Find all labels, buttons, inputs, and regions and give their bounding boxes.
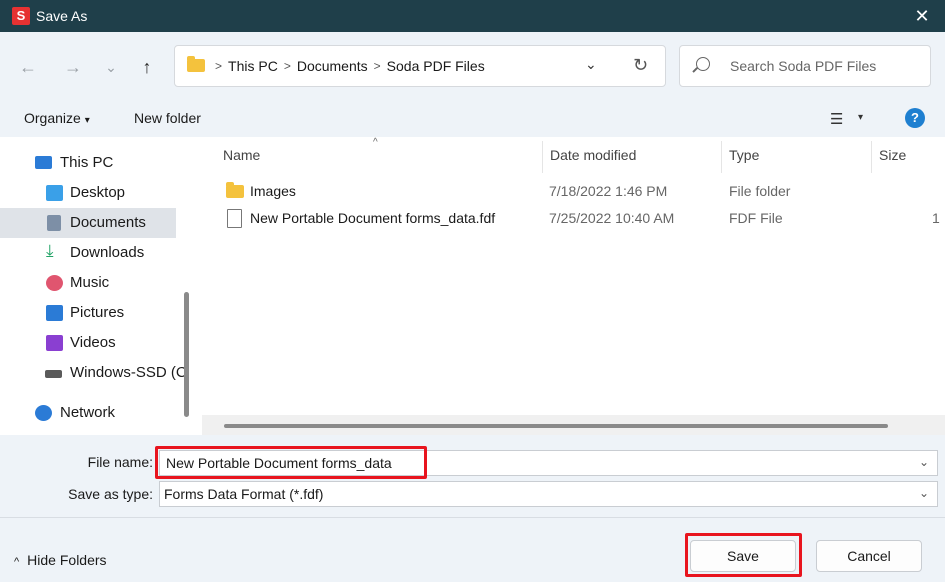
save-as-type-select[interactable]: Forms Data Format (*.fdf) ⌄	[159, 481, 938, 507]
hide-folders-label: Hide Folders	[27, 552, 107, 568]
sidebar-item-label: Music	[70, 274, 110, 291]
save-as-type-value: Forms Data Format (*.fdf)	[164, 486, 324, 502]
sidebar-item-downloads[interactable]: ⤓ Downloads	[0, 238, 176, 268]
breadcrumb: > This PC > Documents > Soda PDF Files	[215, 58, 485, 74]
desktop-icon	[46, 185, 63, 201]
sidebar-item-desktop[interactable]: Desktop	[0, 178, 176, 208]
file-name-dropdown-chevron-icon[interactable]: ⌄	[919, 455, 929, 469]
chevron-up-icon: ^	[14, 556, 20, 568]
row-name: Images	[250, 183, 296, 199]
sidebar-item-videos[interactable]: Videos	[0, 328, 176, 358]
help-icon[interactable]: ?	[905, 108, 925, 128]
breadcrumb-soda-pdf-files[interactable]: Soda PDF Files	[387, 58, 485, 74]
sidebar-item-label: Documents	[70, 214, 146, 231]
horizontal-scrollbar-thumb[interactable]	[224, 424, 888, 428]
title-bar: S Save As ✕	[0, 0, 945, 32]
navigation-pane: This PC Desktop Documents ⤓ Downloads Mu…	[0, 137, 187, 435]
sidebar-item-network[interactable]: Network	[0, 398, 176, 428]
save-as-type-label: Save as type:	[68, 486, 153, 502]
soda-pdf-app-icon: S	[12, 7, 30, 25]
search-input[interactable]: Search Soda PDF Files	[730, 58, 876, 74]
drive-icon	[45, 370, 62, 378]
file-name-label: File name:	[87, 454, 153, 470]
up-arrow-icon[interactable]: ↑	[132, 56, 162, 78]
recent-locations-chevron-icon[interactable]: ⌄	[96, 56, 126, 78]
column-header-size[interactable]: Size	[879, 147, 906, 163]
view-options-caret-icon[interactable]: ▾	[858, 112, 863, 123]
music-icon	[46, 275, 63, 291]
column-header-name[interactable]: Name	[223, 147, 260, 163]
save-form: File name: New Portable Document forms_d…	[0, 435, 945, 582]
sidebar-item-windows-ssd[interactable]: Windows-SSD (C	[0, 358, 187, 388]
sidebar-item-label: Network	[60, 404, 116, 421]
divider	[0, 517, 945, 518]
row-type: File folder	[729, 183, 791, 199]
forward-arrow-icon[interactable]: →	[58, 56, 88, 78]
back-arrow-icon[interactable]: ←	[13, 56, 43, 78]
sidebar-item-this-pc[interactable]: This PC	[0, 148, 176, 178]
organize-caret-icon: ▾	[84, 115, 90, 126]
new-folder-button[interactable]: New folder	[134, 110, 201, 126]
sidebar-item-label: Desktop	[70, 184, 126, 201]
sidebar-item-label: Downloads	[70, 244, 145, 261]
column-header-type[interactable]: Type	[729, 147, 759, 163]
refresh-icon[interactable]: ↻	[633, 55, 648, 76]
save-as-type-chevron-icon: ⌄	[918, 486, 929, 500]
table-row[interactable]: New Portable Document forms_data.fdf 7/2…	[200, 206, 945, 232]
row-size: 1	[932, 210, 940, 226]
breadcrumb-separator: >	[283, 59, 291, 73]
address-bar[interactable]: > This PC > Documents > Soda PDF Files ⌄…	[174, 45, 666, 87]
address-dropdown-chevron-icon[interactable]: ⌄	[585, 56, 597, 73]
pictures-icon	[46, 305, 63, 321]
download-icon: ⤓	[46, 241, 54, 260]
search-icon	[696, 57, 710, 71]
cancel-button[interactable]: Cancel	[816, 540, 922, 572]
search-box[interactable]: Search Soda PDF Files	[679, 45, 931, 87]
save-button-highlight	[685, 533, 802, 577]
column-divider[interactable]	[542, 141, 543, 173]
folder-icon	[226, 182, 244, 198]
file-name-highlight	[155, 446, 427, 479]
row-date: 7/18/2022 1:46 PM	[549, 183, 668, 199]
view-options-icon[interactable]: ☰	[830, 110, 843, 128]
close-button[interactable]: ✕	[899, 0, 945, 32]
sidebar-item-label: This PC	[60, 154, 114, 171]
sidebar-item-pictures[interactable]: Pictures	[0, 298, 176, 328]
row-type: FDF File	[729, 210, 783, 226]
computer-icon	[35, 156, 52, 169]
documents-icon	[47, 215, 61, 231]
sidebar-item-label: Windows-SSD (C	[70, 364, 187, 381]
horizontal-scrollbar[interactable]	[202, 415, 945, 435]
hide-folders-button[interactable]: ^ Hide Folders	[14, 552, 107, 568]
table-row[interactable]: Images 7/18/2022 1:46 PM File folder	[200, 179, 945, 205]
sidebar-item-music[interactable]: Music	[0, 268, 176, 298]
file-icon	[227, 209, 242, 228]
organize-label: Organize	[24, 110, 81, 126]
network-icon	[35, 405, 52, 421]
breadcrumb-documents[interactable]: Documents	[297, 58, 368, 74]
sidebar-item-label: Videos	[70, 334, 116, 351]
column-divider[interactable]	[871, 141, 872, 173]
column-divider[interactable]	[721, 141, 722, 173]
organize-button[interactable]: Organize ▾	[24, 110, 90, 126]
column-header-date-modified[interactable]: Date modified	[550, 147, 636, 163]
videos-icon	[46, 335, 63, 351]
sidebar-scrollbar[interactable]	[184, 292, 189, 417]
sidebar-item-documents[interactable]: Documents	[0, 208, 176, 238]
row-date: 7/25/2022 10:40 AM	[549, 210, 675, 226]
file-list: ^ Name Date modified Type Size Images 7/…	[200, 137, 945, 435]
window-title: Save As	[36, 8, 88, 24]
folder-icon	[187, 56, 205, 72]
breadcrumb-separator: >	[215, 59, 223, 73]
row-name: New Portable Document forms_data.fdf	[250, 210, 496, 226]
breadcrumb-separator: >	[373, 59, 381, 73]
sidebar-item-label: Pictures	[70, 304, 125, 321]
sort-ascending-icon: ^	[373, 137, 378, 148]
breadcrumb-this-pc[interactable]: This PC	[228, 58, 278, 74]
